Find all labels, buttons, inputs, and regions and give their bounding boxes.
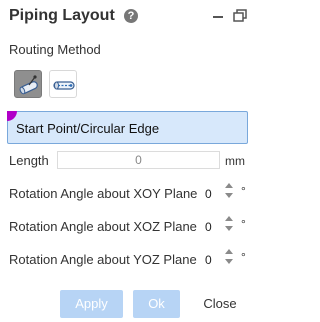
rotation-xoy-label: Rotation Angle about XOY Plane xyxy=(9,186,198,201)
rotation-xoz-decrement-icon[interactable] xyxy=(225,226,233,231)
help-icon[interactable]: ? xyxy=(124,9,138,23)
length-input[interactable]: 0 xyxy=(57,151,220,169)
restore-icon[interactable] xyxy=(233,9,247,23)
start-point-selector-label: Start Point/Circular Edge xyxy=(16,121,160,136)
rotation-xoz-label: Rotation Angle about XOZ Plane xyxy=(9,219,197,234)
rotation-xoy-increment-icon[interactable] xyxy=(225,183,233,188)
apply-button[interactable]: Apply xyxy=(60,290,123,318)
rotation-yoz-unit: ° xyxy=(241,250,246,264)
length-label: Length xyxy=(9,153,49,168)
length-unit: mm xyxy=(225,154,245,168)
route-method-point-button[interactable] xyxy=(14,70,42,98)
rotation-xoy-decrement-icon[interactable] xyxy=(225,193,233,198)
pipe-route-segment-icon xyxy=(53,81,75,90)
rotation-yoz-decrement-icon[interactable] xyxy=(225,259,233,264)
rotation-yoz-label: Rotation Angle about YOZ Plane xyxy=(9,252,197,267)
ok-button[interactable]: Ok xyxy=(133,290,180,318)
rotation-xoy-unit: ° xyxy=(241,184,246,198)
minimize-icon[interactable] xyxy=(213,16,223,18)
pipe-route-point-icon xyxy=(19,75,38,95)
rotation-xoz-input[interactable]: 0 xyxy=(205,220,212,234)
panel-title: Piping Layout xyxy=(9,7,115,24)
rotation-xoy-input[interactable]: 0 xyxy=(205,187,212,201)
rotation-yoz-increment-icon[interactable] xyxy=(225,249,233,254)
routing-method-label: Routing Method xyxy=(9,42,101,57)
rotation-xoz-unit: ° xyxy=(241,217,246,231)
close-button[interactable]: Close xyxy=(192,290,248,318)
route-method-segment-button[interactable] xyxy=(49,70,77,98)
rotation-xoz-increment-icon[interactable] xyxy=(225,216,233,221)
piping-layout-panel: Piping Layout ? Routing Method Start Poi… xyxy=(0,0,256,322)
rotation-yoz-input[interactable]: 0 xyxy=(205,253,212,267)
